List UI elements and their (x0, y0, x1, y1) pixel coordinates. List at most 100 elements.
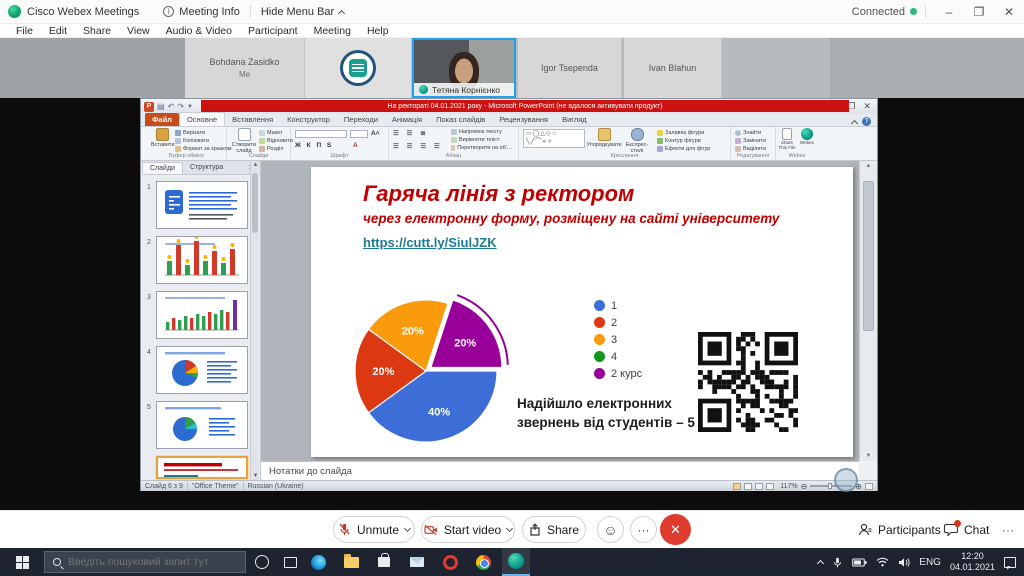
new-slide-button[interactable]: Створити слайд (230, 128, 258, 154)
font-style-buttons[interactable]: Ж К П S (295, 142, 333, 149)
language-indicator[interactable]: ENG (919, 557, 941, 568)
select-button[interactable]: Виділити (735, 146, 766, 152)
tab-transitions[interactable]: Переходи (337, 113, 385, 126)
taskbar-task-view[interactable] (276, 548, 304, 576)
participants-button[interactable]: Participants (858, 516, 941, 543)
leave-meeting-button[interactable]: ✕ (660, 514, 691, 545)
taskbar-search[interactable] (44, 551, 246, 573)
taskbar-chrome[interactable] (469, 548, 497, 576)
minimize-button[interactable]: – (934, 0, 964, 23)
text-direction-button[interactable]: Напрямок тексту (451, 129, 502, 135)
share-this-file-button[interactable]: Share This File (777, 128, 797, 151)
save-icon[interactable]: ▤ (157, 102, 165, 111)
slide[interactable]: Гаряча лінія з ректором через електронну… (311, 167, 853, 457)
menu-edit[interactable]: Edit (41, 25, 75, 37)
menu-view[interactable]: View (119, 25, 158, 37)
tab-insert[interactable]: Вставлення (225, 113, 280, 126)
font-name-select[interactable] (295, 130, 347, 138)
menu-share[interactable]: Share (75, 25, 119, 37)
clock[interactable]: 12:20 04.01.2021 (950, 551, 995, 574)
notes-area[interactable]: Нотатки до слайда (261, 461, 859, 480)
tab-review[interactable]: Рецензування (492, 113, 555, 126)
minimize-ribbon-icon[interactable] (851, 119, 858, 126)
taskbar-opera[interactable] (436, 548, 464, 576)
taskbar-file-explorer[interactable] (337, 548, 365, 576)
scroll-down-icon[interactable]: ▼ (865, 453, 872, 459)
menu-help[interactable]: Help (359, 25, 397, 37)
menu-participant[interactable]: Participant (240, 25, 306, 37)
font-size-select[interactable] (350, 130, 368, 138)
list-buttons[interactable]: ☰ ☰ ≣ (393, 129, 429, 137)
search-input[interactable] (68, 556, 238, 568)
copy-button[interactable]: Копіювати (175, 138, 209, 144)
close-button[interactable]: ✕ (994, 0, 1024, 23)
tab-home[interactable]: Основне (179, 112, 225, 126)
slideshow-view-button[interactable] (766, 483, 774, 490)
taskbar-webex-active[interactable] (502, 548, 530, 576)
ppt-close-button[interactable]: ✕ (863, 101, 871, 112)
scroll-thumb[interactable] (252, 173, 258, 233)
font-color-button[interactable]: A (353, 142, 359, 149)
find-button[interactable]: Знайти (735, 130, 761, 136)
taskbar-cortana[interactable] (248, 548, 276, 576)
format-painter-button[interactable]: Формат за зразком (175, 146, 232, 152)
chat-button[interactable]: Chat (944, 516, 989, 543)
align-text-button[interactable]: Вирівняти текст (451, 137, 499, 143)
participant-tile-active-speaker[interactable]: Тетяна Корнієнко (412, 38, 516, 98)
more-options-button[interactable]: ··· (630, 516, 657, 543)
menu-meeting[interactable]: Meeting (306, 25, 359, 37)
smartart-button[interactable]: Перетворити на об'єкт SmartArt (451, 145, 515, 151)
panel-tab-outline[interactable]: Структура (183, 162, 230, 173)
action-center-icon[interactable] (1004, 557, 1016, 568)
panel-scrollbar[interactable]: ▲ ▼ (250, 161, 259, 480)
meeting-info-button[interactable]: i Meeting Info (153, 0, 250, 23)
quick-styles-button[interactable]: Експрес-стилі (621, 128, 653, 154)
participant-tile[interactable]: Bohdana Zasidko Me (185, 38, 305, 98)
reset-button[interactable]: Відновити (259, 138, 293, 144)
unmute-button[interactable]: Unmute (333, 516, 415, 543)
tab-view[interactable]: Вигляд (555, 113, 594, 126)
slide-thumbnail[interactable]: 3 (156, 291, 248, 339)
slide-thumbnail[interactable]: 2 (156, 236, 248, 284)
more-panels-button[interactable]: ··· (1002, 516, 1014, 543)
battery-icon[interactable] (852, 558, 867, 567)
scroll-thumb[interactable] (863, 181, 874, 331)
participant-tile[interactable]: Igor Tsependa (518, 38, 622, 98)
tab-slideshow[interactable]: Показ слайдів (429, 113, 492, 126)
replace-button[interactable]: Замінити (735, 138, 766, 144)
grow-font-button[interactable]: A˄ (371, 130, 380, 137)
tab-file[interactable]: Файл (145, 113, 179, 126)
align-buttons[interactable]: ☰ ☰ ☰ ☰ (393, 142, 443, 150)
share-button[interactable]: Share (522, 516, 586, 543)
slide-link[interactable]: https://cutt.ly/SiulJZK (363, 235, 497, 250)
participant-tile[interactable] (305, 38, 412, 98)
scroll-down-icon[interactable]: ▼ (252, 473, 259, 479)
zoom-out-icon[interactable]: ⊖ (801, 482, 808, 491)
webex-ribbon-button[interactable]: Webex (798, 128, 816, 146)
reading-view-button[interactable] (755, 483, 763, 490)
arrange-button[interactable]: Упорядкувати (589, 128, 619, 148)
scroll-up-icon[interactable]: ▲ (865, 163, 872, 169)
mic-tray-icon[interactable] (832, 556, 843, 569)
language-status[interactable]: Russian (Ukraine) (248, 483, 304, 490)
scroll-up-icon[interactable]: ▲ (252, 162, 259, 168)
canvas-scrollbar[interactable]: ▲ ▼ (859, 161, 877, 461)
start-button[interactable] (0, 548, 44, 576)
taskbar-edge[interactable] (304, 548, 332, 576)
shapes-gallery[interactable]: ▭◯△◇☆╲╱⌒⟡✧ (523, 129, 585, 148)
shape-fill-button[interactable]: Заливка фігури (657, 130, 704, 136)
redo-icon[interactable]: ↷ (177, 102, 184, 111)
section-button[interactable]: Розділ (259, 146, 283, 152)
maximize-button[interactable]: ❐ (964, 0, 994, 23)
paste-button[interactable]: Вставити (151, 128, 175, 148)
tab-design[interactable]: Конструктор (280, 113, 337, 126)
wifi-icon[interactable] (876, 557, 889, 567)
start-video-button[interactable]: Start video (421, 516, 515, 543)
menu-file[interactable]: File (8, 25, 41, 37)
qat-dropdown-icon[interactable]: ▼ (187, 104, 193, 110)
shape-outline-button[interactable]: Контур фігури (657, 138, 701, 144)
cut-button[interactable]: Вирізати (175, 130, 205, 136)
undo-icon[interactable]: ↶ (168, 102, 175, 111)
reactions-button[interactable]: ☺ (597, 516, 624, 543)
help-icon[interactable]: ? (862, 117, 871, 126)
